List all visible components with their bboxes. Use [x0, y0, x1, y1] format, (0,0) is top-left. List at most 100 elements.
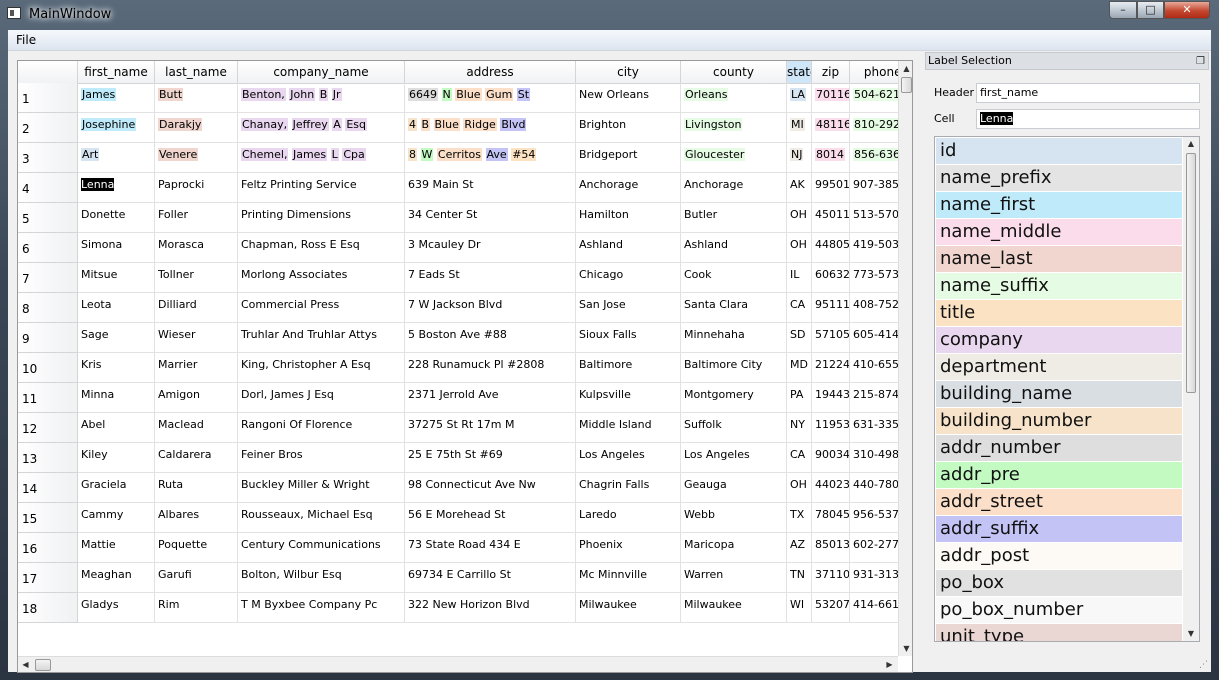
- table-cell-address[interactable]: 8 W Cerritos Ave #54: [405, 143, 576, 173]
- table-cell-state[interactable]: WI: [787, 593, 812, 623]
- row-header[interactable]: 14: [18, 473, 78, 503]
- table-cell-company-name[interactable]: Commercial Press: [238, 293, 405, 323]
- table-cell-last-name[interactable]: Darakjy: [155, 113, 238, 143]
- table-cell-first-name[interactable]: Graciela: [78, 473, 155, 503]
- table-cell-zip[interactable]: 99501: [812, 173, 850, 203]
- table-cell-last-name[interactable]: Paprocki: [155, 173, 238, 203]
- table-cell-company-name[interactable]: Rangoni Of Florence: [238, 413, 405, 443]
- table-cell-address[interactable]: 2371 Jerrold Ave: [405, 383, 576, 413]
- table-cell-company-name[interactable]: Printing Dimensions: [238, 203, 405, 233]
- label-item-name-middle[interactable]: name_middle: [936, 219, 1182, 245]
- table-cell-city[interactable]: Los Angeles: [576, 443, 681, 473]
- maximize-button[interactable]: □: [1137, 1, 1164, 19]
- table-cell-company-name[interactable]: T M Byxbee Company Pc: [238, 593, 405, 623]
- label-item-title[interactable]: title: [936, 300, 1182, 326]
- label-item-addr-number[interactable]: addr_number: [936, 435, 1182, 461]
- table-cell-last-name[interactable]: Butt: [155, 83, 238, 113]
- table-cell-company-name[interactable]: Chemel, James L Cpa: [238, 143, 405, 173]
- scroll-right-arrow-icon[interactable]: ▶: [882, 657, 897, 672]
- table-cell-last-name[interactable]: Caldarera: [155, 443, 238, 473]
- table-cell-state[interactable]: MI: [787, 113, 812, 143]
- table-cell-company-name[interactable]: King, Christopher A Esq: [238, 353, 405, 383]
- table-cell-address[interactable]: 5 Boston Ave #88: [405, 323, 576, 353]
- table-cell-last-name[interactable]: Foller: [155, 203, 238, 233]
- table-cell-county[interactable]: Livingston: [681, 113, 787, 143]
- table-cell-state[interactable]: AK: [787, 173, 812, 203]
- table-cell-zip[interactable]: 70116: [812, 83, 850, 113]
- table-cell-address[interactable]: 25 E 75th St #69: [405, 443, 576, 473]
- table-cell-city[interactable]: San Jose: [576, 293, 681, 323]
- table-cell-first-name[interactable]: Josephine: [78, 113, 155, 143]
- column-header-first-name[interactable]: first_name: [78, 61, 155, 83]
- table-cell-city[interactable]: Anchorage: [576, 173, 681, 203]
- column-header-company-name[interactable]: company_name: [238, 61, 405, 83]
- table-cell-zip[interactable]: 95111: [812, 293, 850, 323]
- table-cell-first-name[interactable]: Kris: [78, 353, 155, 383]
- table-cell-first-name[interactable]: Minna: [78, 383, 155, 413]
- table-cell-city[interactable]: Sioux Falls: [576, 323, 681, 353]
- label-item-name-last[interactable]: name_last: [936, 246, 1182, 272]
- resize-grip-icon[interactable]: ⋰: [1199, 660, 1209, 670]
- label-item-company[interactable]: company: [936, 327, 1182, 353]
- table-horizontal-scrollbar[interactable]: ◀ ▶: [18, 656, 898, 672]
- table-cell-county[interactable]: Montgomery: [681, 383, 787, 413]
- list-scroll-thumb[interactable]: [1186, 153, 1196, 393]
- table-vertical-scrollbar[interactable]: ▲ ▼: [898, 61, 912, 656]
- table-cell-company-name[interactable]: Morlong Associates: [238, 263, 405, 293]
- table-cell-state[interactable]: TX: [787, 503, 812, 533]
- table-cell-city[interactable]: Middle Island: [576, 413, 681, 443]
- row-header[interactable]: 1: [18, 83, 78, 113]
- column-header-county[interactable]: county: [681, 61, 787, 83]
- label-list[interactable]: unit_type po_box_number po_box addr_post add…: [934, 136, 1200, 642]
- table-cell-first-name[interactable]: Mattie: [78, 533, 155, 563]
- table-cell-address[interactable]: 56 E Morehead St: [405, 503, 576, 533]
- table-cell-first-name[interactable]: Gladys: [78, 593, 155, 623]
- table-cell-zip[interactable]: 44805: [812, 233, 850, 263]
- table-cell-first-name[interactable]: Meaghan: [78, 563, 155, 593]
- table-cell-address[interactable]: 7 Eads St: [405, 263, 576, 293]
- table-cell-state[interactable]: PA: [787, 383, 812, 413]
- menu-file[interactable]: File: [16, 33, 36, 47]
- table-cell-city[interactable]: Kulpsville: [576, 383, 681, 413]
- table-cell-county[interactable]: Santa Clara: [681, 293, 787, 323]
- cell-field[interactable]: Lenna: [976, 109, 1200, 129]
- row-header[interactable]: 8: [18, 293, 78, 323]
- table-cell-last-name[interactable]: Tollner: [155, 263, 238, 293]
- table-cell-address[interactable]: 3 Mcauley Dr: [405, 233, 576, 263]
- table-cell-zip[interactable]: 53207: [812, 593, 850, 623]
- table-cell-zip[interactable]: 21224: [812, 353, 850, 383]
- table-cell-company-name[interactable]: Feltz Printing Service: [238, 173, 405, 203]
- scroll-down-arrow-icon[interactable]: ▼: [899, 641, 912, 656]
- table-cell-county[interactable]: Milwaukee: [681, 593, 787, 623]
- row-header[interactable]: 11: [18, 383, 78, 413]
- row-header[interactable]: 15: [18, 503, 78, 533]
- row-header[interactable]: 4: [18, 173, 78, 203]
- table-cell-county[interactable]: Maricopa: [681, 533, 787, 563]
- table-cell-city[interactable]: Phoenix: [576, 533, 681, 563]
- table-cell-county[interactable]: Webb: [681, 503, 787, 533]
- table-cell-address[interactable]: 34 Center St: [405, 203, 576, 233]
- column-header-zip[interactable]: zip: [812, 61, 850, 83]
- dock-title-bar[interactable]: Label Selection ❐: [925, 52, 1209, 70]
- table-cell-address[interactable]: 639 Main St: [405, 173, 576, 203]
- table-cell-first-name[interactable]: Lenna: [78, 173, 155, 203]
- table-cell-county[interactable]: Geauga: [681, 473, 787, 503]
- table-cell-last-name[interactable]: Maclead: [155, 413, 238, 443]
- hscroll-thumb[interactable]: [35, 659, 51, 671]
- table-cell-city[interactable]: Hamilton: [576, 203, 681, 233]
- table-cell-last-name[interactable]: Wieser: [155, 323, 238, 353]
- label-item-unit-type[interactable]: unit_type: [936, 624, 1182, 641]
- table-cell-last-name[interactable]: Marrier: [155, 353, 238, 383]
- row-header[interactable]: 6: [18, 233, 78, 263]
- list-scroll-down-icon[interactable]: ▼: [1183, 627, 1199, 641]
- table-cell-zip[interactable]: 8014: [812, 143, 850, 173]
- table-cell-first-name[interactable]: Donette: [78, 203, 155, 233]
- table-cell-city[interactable]: Brighton: [576, 113, 681, 143]
- row-header[interactable]: 9: [18, 323, 78, 353]
- row-header[interactable]: 18: [18, 593, 78, 623]
- header-field[interactable]: first_name: [976, 83, 1200, 103]
- table-cell-state[interactable]: AZ: [787, 533, 812, 563]
- table-cell-county[interactable]: Anchorage: [681, 173, 787, 203]
- table-cell-address[interactable]: 69734 E Carrillo St: [405, 563, 576, 593]
- label-item-building-name[interactable]: building_name: [936, 381, 1182, 407]
